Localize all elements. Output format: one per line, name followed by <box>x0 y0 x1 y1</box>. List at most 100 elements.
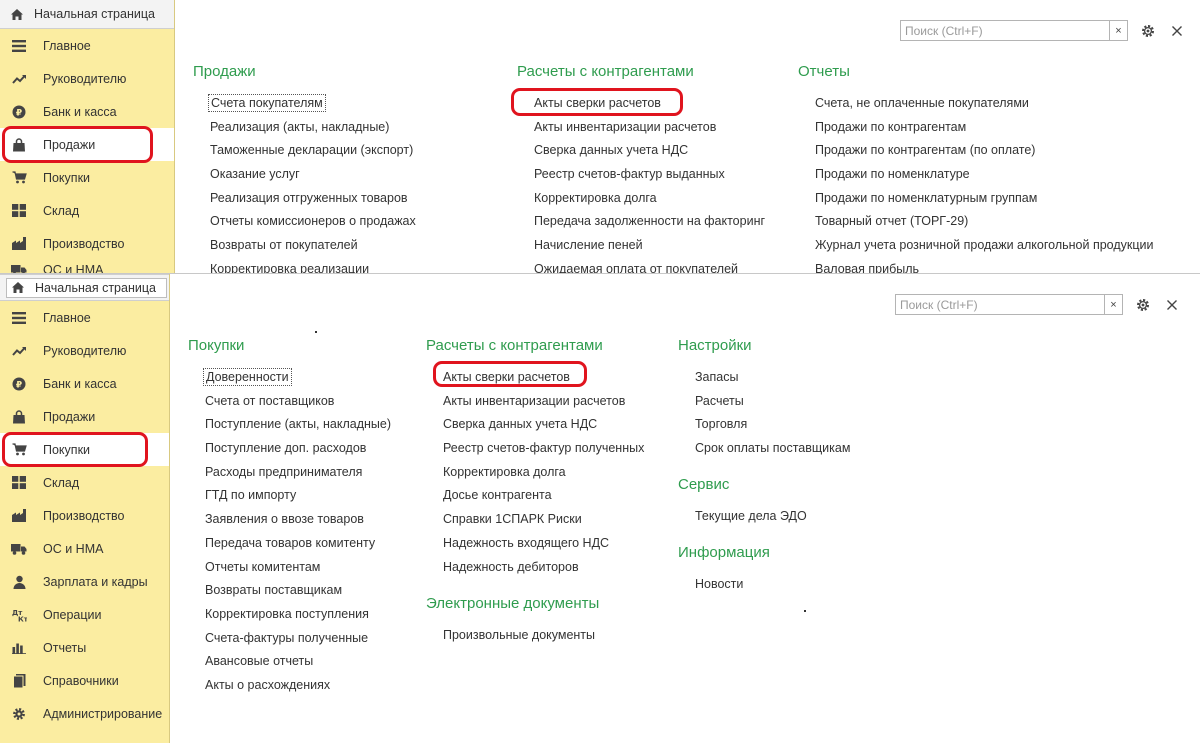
nav-link[interactable]: Счета-фактуры полученные <box>205 627 393 651</box>
nav-link[interactable]: Счета, не оплаченные покупателями <box>815 92 1155 116</box>
section-links: Счета покупателям Реализация (акты, накла… <box>208 92 418 273</box>
search-input[interactable] <box>900 20 1110 41</box>
home-tab-button[interactable]: Начальная страница <box>6 277 167 298</box>
nav-link[interactable]: Отчеты комиссионеров о продажах <box>210 210 418 234</box>
nav-link[interactable]: Акты о расхождениях <box>205 674 393 698</box>
nav-link[interactable]: Надежность дебиторов <box>443 556 646 580</box>
nav-link[interactable]: Акты сверки расчетов <box>534 92 767 116</box>
section-links: Запасы Расчеты Торговля Срок оплаты поставщ… <box>695 366 852 461</box>
sidebar-item-2[interactable]: Руководителю <box>0 334 169 367</box>
nav-link[interactable]: Ожидаемая оплата от покупателей <box>534 258 767 273</box>
nav-link[interactable]: Надежность входящего НДС <box>443 532 646 556</box>
nav-link[interactable]: Торговля <box>695 413 852 437</box>
gear-icon[interactable] <box>1139 22 1157 40</box>
nav-link[interactable]: Передача задолженности на факторинг <box>534 210 767 234</box>
sidebar-item-8[interactable]: ОС и НМА <box>0 532 169 565</box>
nav-link-label: Счета-фактуры полученные <box>205 630 369 645</box>
section-links: Текущие дела ЭДО <box>695 505 809 529</box>
nav-link[interactable]: Поступление доп. расходов <box>205 437 393 461</box>
gear-icon[interactable] <box>1134 296 1152 314</box>
sidebar-item-2[interactable]: Руководителю <box>0 62 174 95</box>
sidebar-item-9[interactable]: Зарплата и кадры <box>0 565 169 598</box>
nav-link[interactable]: Корректировка долга <box>443 461 646 485</box>
nav-link-label: Заявления о ввозе товаров <box>205 512 364 527</box>
nav-link[interactable]: Возвраты поставщикам <box>205 579 393 603</box>
sidebar-item-6[interactable]: Склад <box>0 466 169 499</box>
home-tab-button[interactable]: Начальная страница <box>6 3 165 25</box>
nav-link[interactable]: Акты сверки расчетов <box>443 366 646 390</box>
sidebar-item-8[interactable]: ОС и НМА <box>0 260 174 273</box>
person-icon <box>10 574 28 590</box>
cart-icon <box>10 170 28 186</box>
nav-link[interactable]: Сверка данных учета НДС <box>443 413 646 437</box>
nav-link[interactable]: Таможенные декларации (экспорт) <box>210 139 418 163</box>
close-icon[interactable] <box>1164 297 1180 313</box>
sidebar-item-6[interactable]: Склад <box>0 194 174 227</box>
nav-link[interactable]: Расходы предпринимателя <box>205 461 393 485</box>
section-title: Покупки <box>188 337 245 354</box>
nav-link[interactable]: Товарный отчет (ТОРГ-29) <box>815 210 1155 234</box>
nav-link[interactable]: Передача товаров комитенту <box>205 532 393 556</box>
sidebar-item-5[interactable]: Покупки <box>0 433 169 466</box>
nav-link[interactable]: Произвольные документы <box>443 624 599 648</box>
clear-search-button[interactable]: × <box>1110 20 1128 41</box>
sidebar-item-13[interactable]: Администрирование <box>0 697 169 730</box>
nav-link[interactable]: Досье контрагента <box>443 484 646 508</box>
nav-link[interactable]: Продажи по контрагентам <box>815 116 1155 140</box>
sidebar-item-4[interactable]: Продажи <box>0 400 169 433</box>
nav-link[interactable]: Продажи по номенклатурным группам <box>815 187 1155 211</box>
sidebar-item-10[interactable]: Дт Кт Операции <box>0 598 169 631</box>
nav-link[interactable]: Доверенности <box>203 366 393 390</box>
nav-link[interactable]: Запасы <box>695 366 852 390</box>
nav-link[interactable]: Справки 1СПАРК Риски <box>443 508 646 532</box>
nav-link[interactable]: Срок оплаты поставщикам <box>695 437 852 461</box>
sidebar-item-11[interactable]: Отчеты <box>0 631 169 664</box>
nav-link[interactable]: Реализация (акты, накладные) <box>210 116 418 140</box>
search-input[interactable] <box>895 294 1105 315</box>
sidebar-item-3[interactable]: ₽ Банк и касса <box>0 95 174 128</box>
nav-link[interactable]: Возвраты от покупателей <box>210 234 418 258</box>
nav-link[interactable]: Корректировка поступления <box>205 603 393 627</box>
sidebar-item-4[interactable]: Продажи <box>0 128 174 161</box>
home-tab[interactable]: Начальная страница <box>0 274 169 301</box>
nav-link[interactable]: Заявления о ввозе товаров <box>205 508 393 532</box>
nav-link[interactable]: Корректировка реализации <box>210 258 418 273</box>
nav-link[interactable]: Валовая прибыль <box>815 258 1155 274</box>
sidebar-item-5[interactable]: Покупки <box>0 161 174 194</box>
nav-link[interactable]: Счета от поставщиков <box>205 390 393 414</box>
nav-link[interactable]: Авансовые отчеты <box>205 650 393 674</box>
nav-link[interactable]: Счета покупателям <box>208 92 418 116</box>
nav-link[interactable]: Акты инвентаризации расчетов <box>534 116 767 140</box>
nav-link[interactable]: Реестр счетов-фактур выданных <box>534 163 767 187</box>
sidebar-item-1[interactable]: Главное <box>0 29 174 62</box>
close-icon[interactable] <box>1169 23 1185 39</box>
nav-link[interactable]: Журнал учета розничной продажи алкогольн… <box>815 234 1155 258</box>
settings-icon <box>10 706 28 722</box>
sidebar-item-12[interactable]: Справочники <box>0 664 169 697</box>
nav-link-label: Срок оплаты поставщикам <box>695 441 851 456</box>
nav-link[interactable]: Акты инвентаризации расчетов <box>443 390 646 414</box>
nav-link[interactable]: Оказание услуг <box>210 163 418 187</box>
home-tab[interactable]: Начальная страница <box>0 0 174 29</box>
nav-link[interactable]: Отчеты комитентам <box>205 556 393 580</box>
sidebar-item-7[interactable]: Производство <box>0 227 174 260</box>
nav-link[interactable]: Реализация отгруженных товаров <box>210 187 418 211</box>
nav-link-label: Корректировка поступления <box>205 606 369 621</box>
nav-link[interactable]: Продажи по контрагентам (по оплате) <box>815 139 1155 163</box>
nav-link[interactable]: Новости <box>695 573 770 597</box>
nav-link[interactable]: Продажи по номенклатуре <box>815 163 1155 187</box>
nav-link[interactable]: Корректировка долга <box>534 187 767 211</box>
nav-link[interactable]: ГТД по импорту <box>205 484 393 508</box>
sidebar-menu: Главное Руководителю ₽ Банк и касса Продажи П… <box>0 29 174 273</box>
sidebar-item-1[interactable]: Главное <box>0 301 169 334</box>
nav-link-label: Валовая прибыль <box>815 261 920 274</box>
nav-link[interactable]: Начисление пеней <box>534 234 767 258</box>
nav-link[interactable]: Поступление (акты, накладные) <box>205 413 393 437</box>
sidebar-item-7[interactable]: Производство <box>0 499 169 532</box>
nav-link[interactable]: Сверка данных учета НДС <box>534 139 767 163</box>
nav-link[interactable]: Текущие дела ЭДО <box>695 505 809 529</box>
nav-link[interactable]: Реестр счетов-фактур полученных <box>443 437 646 461</box>
sidebar-item-3[interactable]: ₽ Банк и касса <box>0 367 169 400</box>
nav-link[interactable]: Расчеты <box>695 390 852 414</box>
clear-search-button[interactable]: × <box>1105 294 1123 315</box>
